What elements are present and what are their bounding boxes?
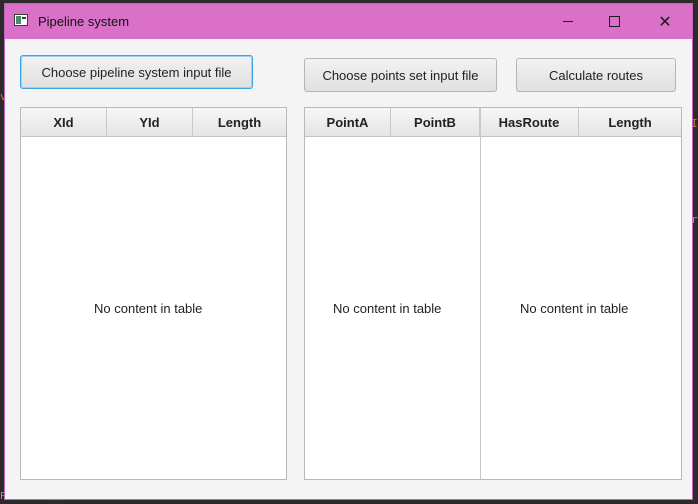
- minimize-icon: [563, 21, 573, 22]
- desktop-background: v I r PointSet() Pipeline system ✕ Choos…: [0, 0, 698, 504]
- close-button[interactable]: ✕: [642, 4, 688, 39]
- column-header-pointa[interactable]: PointA: [305, 108, 391, 136]
- column-header-length[interactable]: Length: [193, 108, 286, 136]
- pipeline-table-header: XId YId Length: [21, 108, 286, 137]
- choose-points-file-button[interactable]: Choose points set input file: [304, 58, 497, 92]
- column-header-route-length[interactable]: Length: [579, 108, 681, 136]
- column-header-xid[interactable]: XId: [21, 108, 107, 136]
- points-table-header: PointA PointB HasRoute Length: [305, 108, 681, 137]
- maximize-icon: [608, 16, 620, 27]
- pipeline-table[interactable]: XId YId Length No content in table: [20, 107, 287, 480]
- app-icon: [14, 14, 28, 26]
- points-table-empty-message-left: No content in table: [333, 301, 442, 316]
- titlebar[interactable]: Pipeline system ✕: [5, 4, 692, 39]
- points-table-empty-message-right: No content in table: [520, 301, 629, 316]
- points-table[interactable]: PointA PointB HasRoute Length No content…: [304, 107, 682, 480]
- column-header-yid[interactable]: YId: [107, 108, 193, 136]
- maximize-button[interactable]: [591, 4, 637, 39]
- points-table-split-divider: [480, 108, 481, 479]
- column-header-hasroute[interactable]: HasRoute: [480, 108, 579, 136]
- minimize-button[interactable]: [545, 4, 591, 39]
- pipeline-table-empty-message: No content in table: [94, 301, 203, 316]
- app-window: Pipeline system ✕ Choose pipeline system…: [4, 3, 693, 500]
- calculate-routes-button[interactable]: Calculate routes: [516, 58, 676, 92]
- close-icon: ✕: [658, 11, 672, 31]
- choose-pipeline-file-button[interactable]: Choose pipeline system input file: [20, 55, 253, 89]
- column-header-pointb[interactable]: PointB: [391, 108, 480, 136]
- window-title: Pipeline system: [38, 14, 130, 29]
